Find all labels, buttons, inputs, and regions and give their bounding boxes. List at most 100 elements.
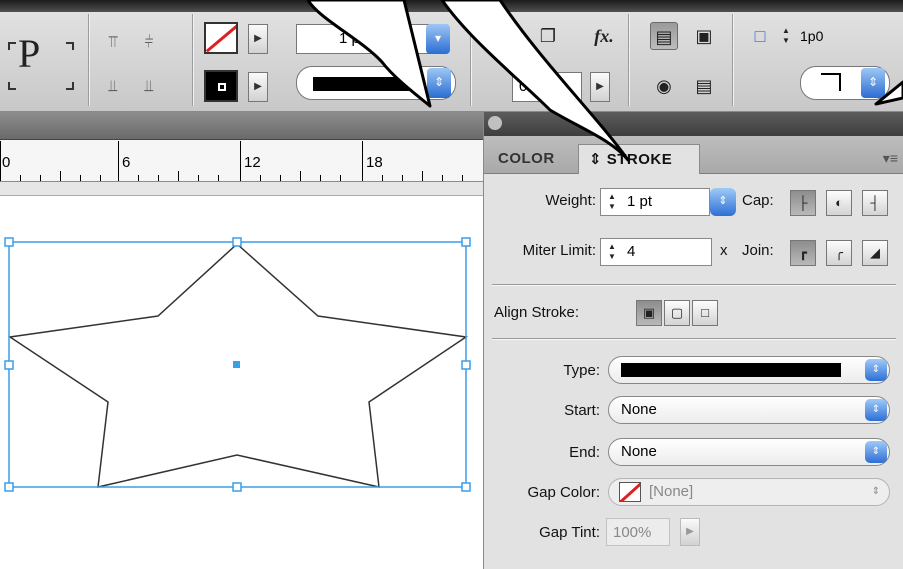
tab-color[interactable]: COLOR — [488, 144, 565, 174]
selection-handle[interactable] — [461, 360, 471, 370]
distribute-right-icon[interactable]: ⫫ — [136, 74, 162, 100]
stroke-swatch-menu-button[interactable]: ▶ — [248, 72, 268, 102]
end-label: End: — [569, 444, 600, 461]
gap-tint-menu-button[interactable]: ▶ — [680, 518, 700, 546]
stroke-type-select[interactable]: ⇕ — [296, 66, 456, 100]
selection-handle[interactable] — [461, 237, 471, 247]
control-bar: P ⫪ ⫩ ⫫ ⫫ ▶ ▶ 1 pt ▾ ⇕ ▭ ❐ fx. 00% ▶ ▤ ▣… — [0, 0, 903, 112]
text-wrap-jump-icon[interactable]: ▤ — [690, 72, 718, 100]
distribute-icon[interactable]: ⫪ — [100, 30, 126, 56]
dropdown-caret-icon: ⇕ — [871, 486, 881, 497]
cap-round-icon[interactable]: ◐ — [826, 190, 852, 216]
separator — [192, 14, 193, 106]
align-center-icon[interactable]: ▣ — [636, 300, 662, 326]
none-swatch-line — [620, 483, 640, 501]
none-swatch-icon — [619, 482, 641, 502]
fill-none-swatch[interactable] — [204, 22, 238, 54]
weight-label: Weight: — [545, 192, 596, 209]
ruler-tick — [218, 175, 219, 181]
type-label: Type: — [563, 362, 600, 379]
tab-stroke[interactable]: ⇕ STROKE — [578, 144, 700, 174]
stroke-type-preview — [313, 77, 409, 91]
ruler-tick — [40, 175, 41, 181]
align-inside-icon[interactable]: ▢ — [664, 300, 690, 326]
drop-shadow-icon[interactable]: ❐ — [534, 22, 562, 50]
selection-handle[interactable] — [4, 482, 14, 492]
stroke-black-swatch[interactable] — [204, 70, 238, 102]
end-dropdown[interactable]: None ⇕ — [608, 438, 890, 466]
corner-options-icon[interactable]: □ — [746, 22, 774, 50]
miter-limit-value: 4 — [627, 243, 636, 260]
selection-handle[interactable] — [232, 482, 242, 492]
cap-butt-icon[interactable]: ├ — [790, 190, 816, 216]
text-wrap-box-icon[interactable]: ▣ — [690, 22, 718, 50]
join-round-icon[interactable]: ╭ — [826, 240, 852, 266]
dropdown-caret-icon: ⇕ — [427, 68, 451, 98]
gap-tint-field[interactable]: 100% — [606, 518, 670, 546]
dropdown-caret-icon[interactable]: ⇕ — [710, 188, 736, 216]
ruler-tick — [80, 175, 81, 181]
join-miter-icon[interactable]: ┏ — [790, 240, 816, 266]
ruler-tick — [0, 141, 1, 181]
control-bar-top-edge — [0, 0, 903, 12]
stroke-type-preview — [621, 363, 841, 377]
bracket-top-left — [8, 42, 16, 50]
ruler-label: 0 — [2, 154, 11, 171]
ruler-tick — [402, 175, 403, 181]
panel-menu-icon[interactable]: ▾≡ — [883, 150, 898, 167]
distribute-horizontal-icon[interactable]: ⫩ — [136, 30, 162, 56]
miter-limit-label: Miter Limit: — [522, 242, 596, 259]
opacity-menu-button[interactable]: ▶ — [590, 72, 610, 102]
selection-handle[interactable] — [461, 482, 471, 492]
stepper-icon[interactable]: ▲ ▼ — [605, 242, 619, 262]
join-label: Join: — [742, 242, 774, 259]
corner-size-field[interactable]: 1p0 — [794, 22, 903, 52]
selection-handle[interactable] — [4, 237, 14, 247]
dropdown-caret-icon: ⇕ — [865, 399, 887, 421]
miter-limit-field[interactable]: ▲ ▼ 4 — [600, 238, 712, 266]
weight-field[interactable]: ▲ ▼ 1 pt — [600, 188, 710, 216]
ruler-tick — [158, 175, 159, 181]
fill-swatch-menu-button[interactable]: ▶ — [248, 24, 268, 54]
distribute-bottom-icon[interactable]: ⫫ — [100, 74, 126, 100]
opacity-field[interactable]: 00% — [512, 72, 582, 102]
ruler-tick — [20, 175, 21, 181]
none-swatch-icon — [206, 24, 236, 52]
bracket-top-right — [66, 42, 74, 50]
stroke-weight-field[interactable]: 1 pt — [296, 24, 438, 54]
stepper-icon[interactable]: ▲ ▼ — [605, 192, 619, 212]
horizontal-ruler: 0 6 12 18 — [0, 140, 483, 182]
document-canvas[interactable] — [0, 196, 483, 569]
type-char-icon[interactable]: P — [18, 30, 40, 77]
ruler-tick — [300, 171, 301, 181]
canvas-artwork — [4, 237, 471, 492]
dropdown-caret-icon[interactable]: ▾ — [426, 24, 450, 54]
document-tab-bar — [0, 112, 483, 140]
dropdown-caret-icon: ⇕ — [865, 441, 887, 463]
text-wrap-shape-icon[interactable]: ◉ — [650, 72, 678, 100]
ruler-tick — [340, 175, 341, 181]
corner-shape-select[interactable]: ⇕ — [800, 66, 890, 100]
ruler-tick — [60, 171, 61, 181]
stroke-type-dropdown[interactable]: ⇕ — [608, 356, 890, 384]
align-outside-icon[interactable]: □ — [692, 300, 718, 326]
panel-divider — [492, 338, 896, 339]
ruler-label: 6 — [122, 154, 131, 171]
start-dropdown[interactable]: None ⇕ — [608, 396, 890, 424]
selection-handle[interactable] — [4, 360, 14, 370]
square-icon[interactable]: ▭ — [500, 22, 528, 50]
panel-close-icon[interactable] — [488, 116, 502, 130]
selection-handle[interactable] — [232, 237, 242, 247]
panel-divider — [492, 284, 896, 285]
bracket-bottom-left — [8, 82, 16, 90]
join-bevel-icon[interactable]: ◢ — [862, 240, 888, 266]
cap-projecting-icon[interactable]: ┤ — [862, 190, 888, 216]
stepper-icon[interactable]: ▲ ▼ — [780, 26, 792, 48]
ruler-gap — [0, 182, 483, 196]
text-wrap-none-icon[interactable]: ▤ — [650, 22, 678, 50]
end-value: None — [621, 443, 657, 460]
ruler-tick — [462, 175, 463, 181]
gap-color-dropdown[interactable]: [None] ⇕ — [608, 478, 890, 506]
ruler-tick — [178, 171, 179, 181]
fx-icon[interactable]: fx. — [584, 22, 624, 50]
